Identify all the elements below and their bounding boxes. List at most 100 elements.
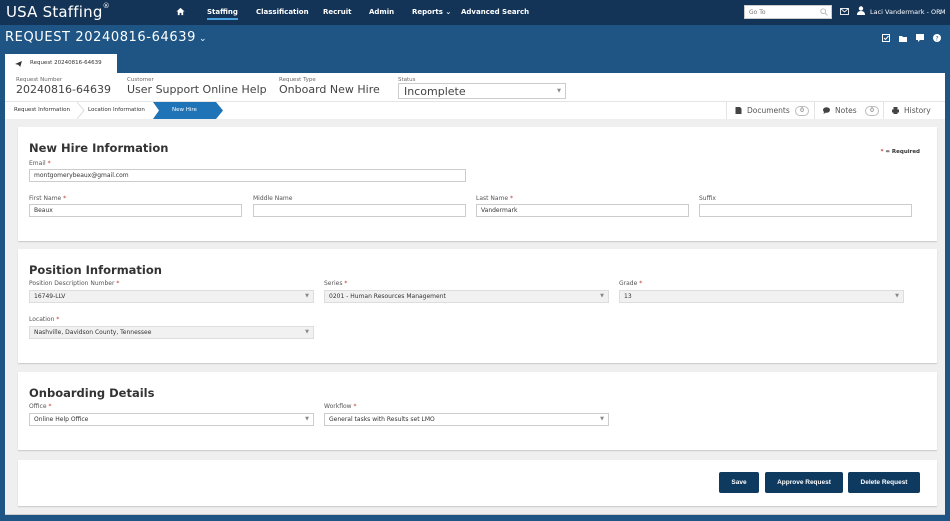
customer-value: User Support Online Help bbox=[127, 83, 267, 96]
approve-request-button[interactable]: Approve Request bbox=[765, 472, 843, 493]
step-location-information[interactable]: Location Information bbox=[88, 107, 145, 113]
brand-logo[interactable]: USA Staffing® bbox=[6, 2, 110, 21]
caret-down-icon: ▼ bbox=[305, 293, 309, 299]
mail-icon[interactable] bbox=[840, 8, 849, 15]
comment-icon bbox=[823, 107, 830, 114]
content-area: New Hire Information * = Required Email … bbox=[5, 119, 945, 515]
required-note: * = Required bbox=[880, 149, 920, 155]
grade-select[interactable]: 13 ▼ bbox=[619, 290, 904, 303]
pd-number-label: Position Description Number * bbox=[29, 280, 120, 287]
new-hire-title: New Hire Information bbox=[29, 141, 169, 155]
step-request-information[interactable]: Request Information bbox=[14, 107, 70, 113]
office-select[interactable]: Online Help Office ▼ bbox=[29, 413, 314, 426]
position-title: Position Information bbox=[29, 263, 162, 277]
first-name-label: First Name * bbox=[29, 195, 67, 202]
history-tab[interactable]: History bbox=[883, 102, 945, 119]
workflow-label: Workflow * bbox=[324, 403, 357, 410]
request-type-block: Request Type Onboard New Hire bbox=[279, 77, 380, 96]
nav-reports-label: Reports bbox=[412, 8, 443, 16]
chevron-down-icon: ⌄ bbox=[445, 8, 452, 16]
suffix-label: Suffix bbox=[699, 195, 716, 202]
nav-staffing[interactable]: Staffing bbox=[207, 8, 238, 20]
email-label: Email * bbox=[29, 160, 51, 167]
office-label: Office * bbox=[29, 403, 52, 410]
documents-tab[interactable]: Documents 0 bbox=[726, 102, 814, 119]
position-card: Position Information Position Descriptio… bbox=[18, 249, 937, 363]
document-icon bbox=[735, 107, 742, 114]
onboarding-title: Onboarding Details bbox=[29, 386, 155, 400]
notes-count: 0 bbox=[865, 106, 879, 116]
last-name-field[interactable] bbox=[476, 204, 689, 217]
user-icon bbox=[857, 6, 865, 15]
checklist-icon[interactable] bbox=[882, 34, 890, 42]
folder-icon[interactable] bbox=[899, 34, 907, 42]
status-value: Incomplete bbox=[404, 85, 466, 98]
documents-label: Documents bbox=[747, 106, 790, 115]
history-label: History bbox=[904, 106, 931, 115]
home-icon[interactable] bbox=[176, 7, 185, 16]
pd-number-value: 16749-LLV bbox=[34, 293, 66, 300]
user-menu[interactable]: Laci Vandermark - OPM bbox=[870, 8, 946, 16]
delete-request-button[interactable]: Delete Request bbox=[848, 472, 920, 493]
workflow-value: General tasks with Results set LMO bbox=[329, 416, 435, 423]
comment-icon[interactable] bbox=[916, 34, 924, 42]
caret-down-icon: ▼ bbox=[600, 416, 604, 422]
request-header: REQUEST 20240816-64639 ⌄ ? bbox=[0, 25, 950, 53]
first-name-field[interactable] bbox=[29, 204, 242, 217]
request-summary: Request Number 20240816-64639 Customer U… bbox=[5, 73, 945, 101]
customer-block: Customer User Support Online Help bbox=[127, 77, 267, 96]
chevron-down-icon[interactable]: ⌄ bbox=[937, 8, 943, 16]
nav-admin[interactable]: Admin bbox=[369, 8, 394, 16]
pd-number-select[interactable]: 16749-LLV ▼ bbox=[29, 290, 314, 303]
caret-down-icon: ▼ bbox=[600, 293, 604, 299]
notes-tab[interactable]: Notes 0 bbox=[814, 102, 883, 119]
last-name-label: Last Name * bbox=[476, 195, 514, 202]
request-number-value: 20240816-64639 bbox=[16, 83, 111, 96]
middle-name-label: Middle Name bbox=[253, 195, 293, 202]
email-field[interactable] bbox=[29, 169, 466, 182]
step-navigation: Request Information Location Information… bbox=[5, 101, 945, 119]
nav-classification[interactable]: Classification bbox=[256, 8, 309, 16]
request-title-text: REQUEST 20240816-64639 bbox=[5, 30, 196, 45]
series-select[interactable]: 0201 - Human Resources Management ▼ bbox=[324, 290, 609, 303]
brand-name: USA Staffing bbox=[6, 3, 103, 21]
save-button[interactable]: Save bbox=[719, 472, 759, 493]
series-value: 0201 - Human Resources Management bbox=[329, 293, 446, 300]
caret-down-icon: ▼ bbox=[305, 416, 309, 422]
nav-reports[interactable]: Reports ⌄ bbox=[412, 8, 451, 16]
caret-down-icon: ▼ bbox=[305, 329, 309, 335]
search-icon[interactable] bbox=[820, 8, 828, 16]
tab-label: Request 20240816-64639 bbox=[30, 60, 102, 66]
middle-name-field[interactable] bbox=[253, 204, 466, 217]
notes-label: Notes bbox=[835, 106, 857, 115]
series-label: Series * bbox=[324, 280, 348, 287]
step-new-hire[interactable]: New Hire bbox=[172, 107, 197, 113]
help-icon[interactable]: ? bbox=[933, 34, 941, 42]
location-value: Nashville, Davidson County, Tennessee bbox=[34, 329, 152, 336]
brand-mark: ® bbox=[102, 2, 110, 10]
tab-request[interactable]: Request 20240816-64639 bbox=[5, 54, 117, 73]
caret-down-icon: ▼ bbox=[895, 293, 899, 299]
office-value: Online Help Office bbox=[34, 416, 89, 423]
window-frame-bottom bbox=[0, 515, 950, 521]
onboarding-card: Onboarding Details Office * Online Help … bbox=[18, 372, 937, 450]
workflow-select[interactable]: General tasks with Results set LMO ▼ bbox=[324, 413, 609, 426]
printer-icon bbox=[892, 107, 899, 114]
status-select[interactable]: Incomplete ▼ bbox=[398, 83, 566, 99]
nav-advanced-search[interactable]: Advanced Search bbox=[461, 8, 529, 16]
nav-recruit[interactable]: Recruit bbox=[323, 8, 351, 16]
request-title[interactable]: REQUEST 20240816-64639 ⌄ bbox=[5, 30, 207, 45]
suffix-field[interactable] bbox=[699, 204, 912, 217]
location-label: Location * bbox=[29, 316, 60, 323]
paper-plane-icon bbox=[15, 61, 22, 67]
caret-down-icon: ▼ bbox=[557, 88, 561, 94]
chevron-down-icon: ⌄ bbox=[198, 34, 208, 44]
documents-count: 0 bbox=[795, 106, 809, 116]
step-separator bbox=[77, 102, 85, 119]
required-note-text: = Required bbox=[885, 149, 920, 155]
location-select[interactable]: Nashville, Davidson County, Tennessee ▼ bbox=[29, 326, 314, 339]
goto-input[interactable] bbox=[745, 6, 815, 18]
new-hire-card: New Hire Information * = Required Email … bbox=[18, 127, 937, 241]
grade-value: 13 bbox=[624, 293, 632, 300]
goto-search-box bbox=[744, 5, 832, 19]
